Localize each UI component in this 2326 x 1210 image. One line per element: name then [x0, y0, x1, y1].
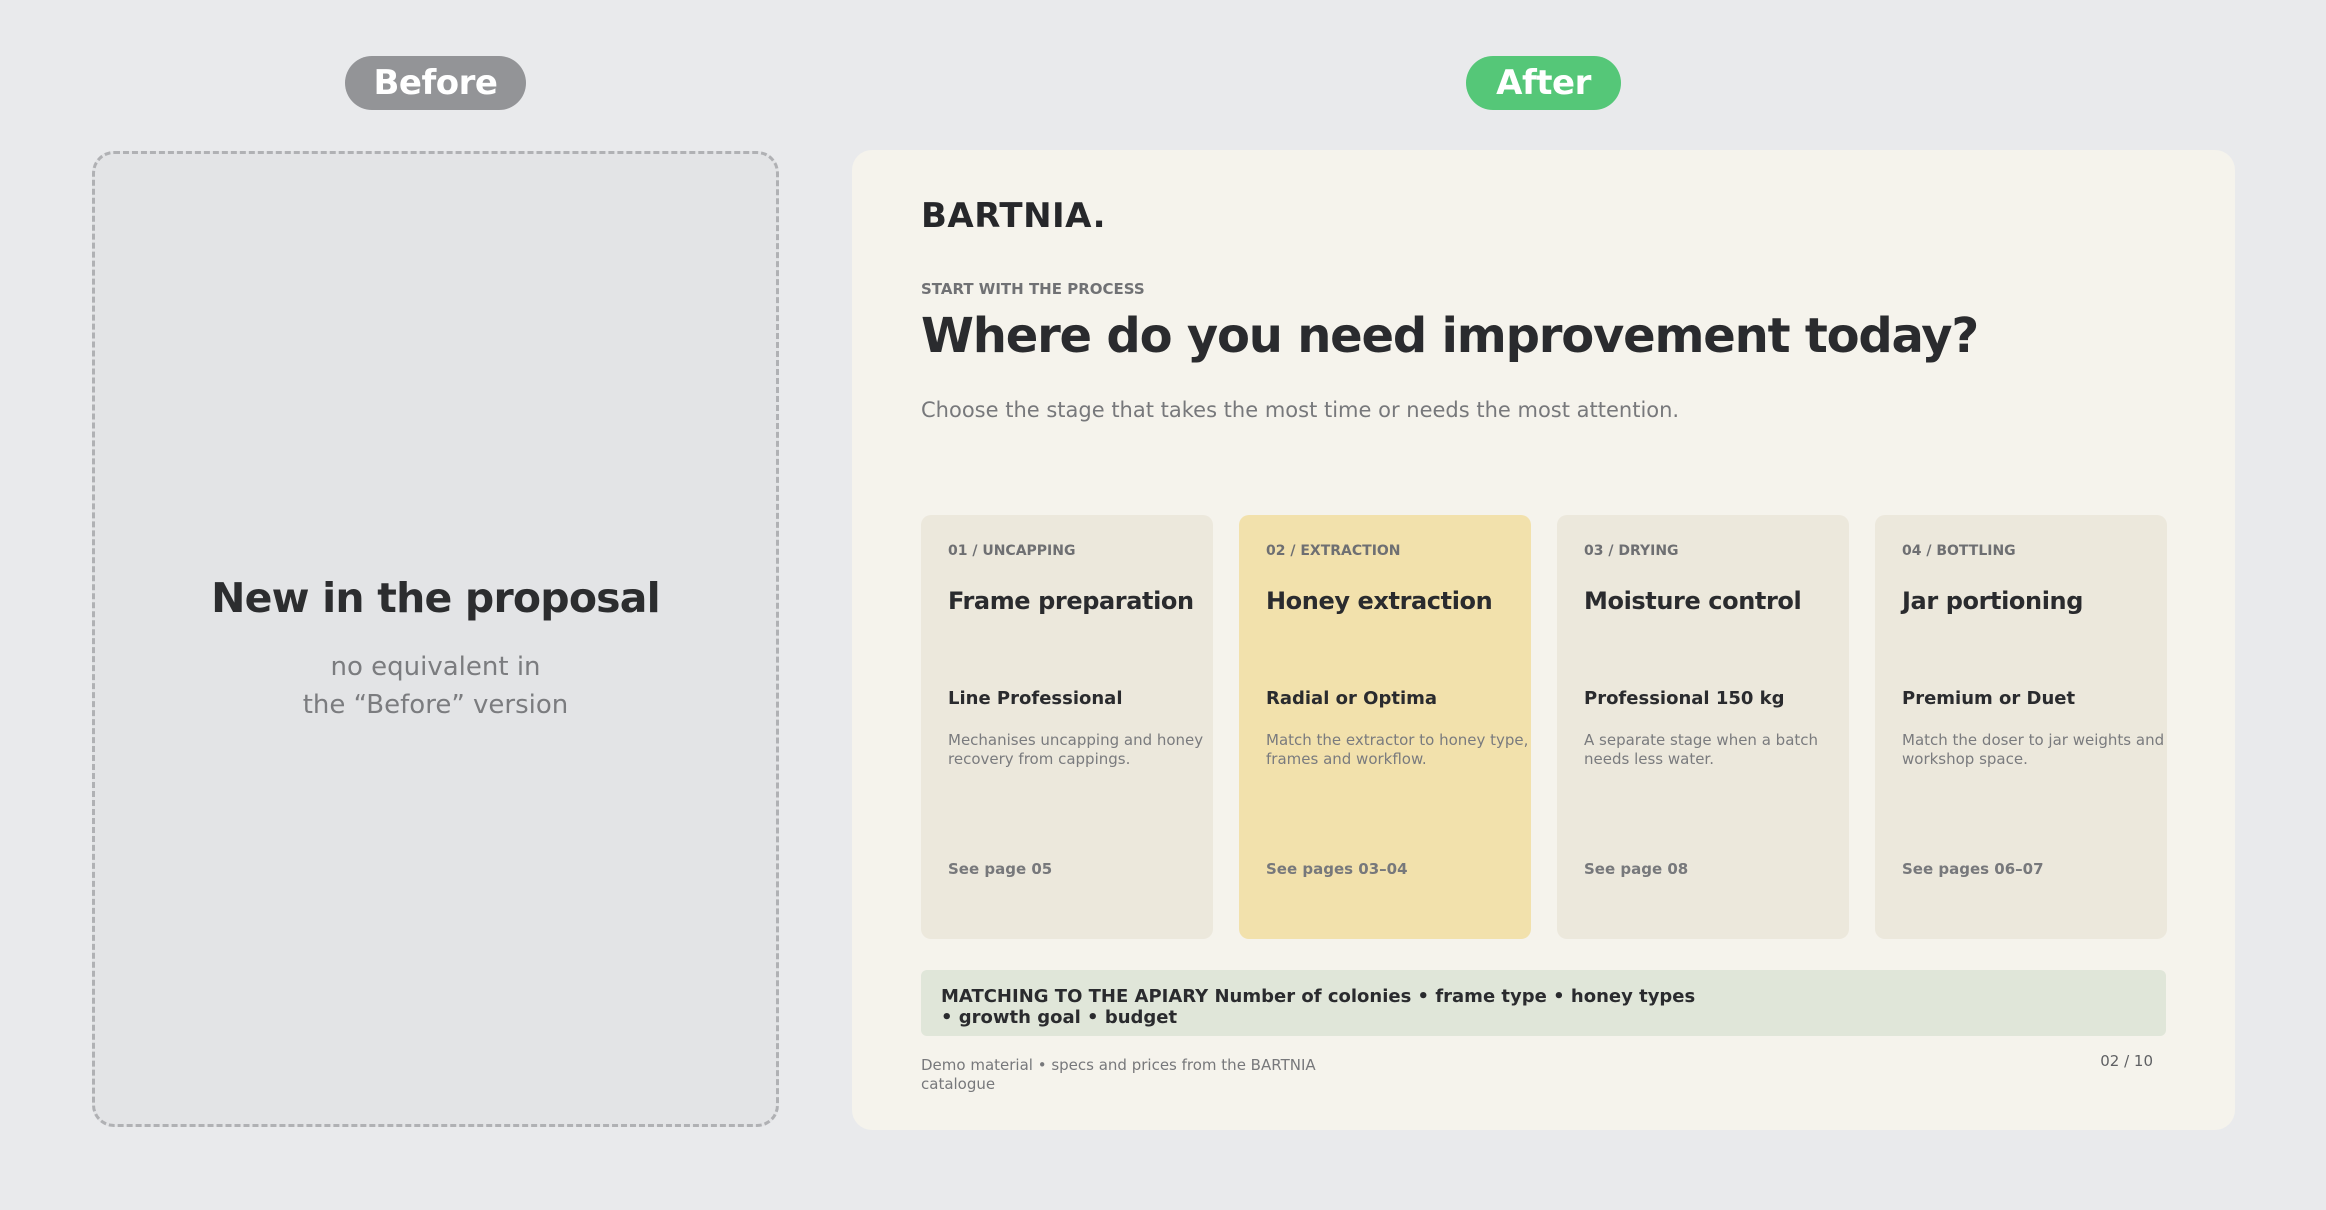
eyebrow-label: START WITH THE PROCESS	[921, 280, 1145, 298]
stage-model: Line Professional	[948, 688, 1123, 709]
stage-name: Moisture control	[1584, 587, 1802, 615]
stage-page-link[interactable]: See pages 03–04	[1266, 860, 1408, 878]
stage-card-uncapping[interactable]: 01 / UNCAPPING Frame preparation Line Pr…	[921, 515, 1213, 939]
apiary-matching-text: MATCHING TO THE APIARY Number of colonie…	[941, 986, 1696, 1028]
before-title: New in the proposal	[211, 574, 661, 622]
stage-tag: 02 / EXTRACTION	[1266, 543, 1401, 559]
stage-page-link[interactable]: See page 05	[948, 860, 1052, 878]
before-label: Before	[345, 56, 526, 110]
page-title: Where do you need improvement today?	[921, 308, 1979, 364]
after-panel: BARTNIA. START WITH THE PROCESS Where do…	[852, 150, 2235, 1130]
stage-model: Radial or Optima	[1266, 688, 1438, 709]
stage-page-link[interactable]: See page 08	[1584, 860, 1688, 878]
before-subtitle: no equivalent in the “Before” version	[95, 648, 776, 724]
stage-page-link[interactable]: See pages 06–07	[1902, 860, 2044, 878]
stage-description: Match the extractor to honey type, frame…	[1266, 731, 1529, 768]
stage-tag: 01 / UNCAPPING	[948, 543, 1076, 559]
stage-name: Honey extraction	[1266, 587, 1493, 615]
stage-description: Match the doser to jar weights and works…	[1902, 731, 2165, 768]
page-number: 02 / 10	[2100, 1052, 2153, 1070]
before-panel: New in the proposal no equivalent in the…	[92, 151, 779, 1127]
stage-card-drying[interactable]: 03 / DRYING Moisture control Professiona…	[1557, 515, 1849, 939]
stage-model: Premium or Duet	[1902, 688, 2076, 709]
stage-name: Jar portioning	[1902, 587, 2083, 615]
before-subtitle-line2: the “Before” version	[302, 690, 569, 720]
stage-description: Mechanises uncapping and honey recovery …	[948, 731, 1204, 768]
stage-name: Frame preparation	[948, 587, 1194, 615]
footer-note: Demo material • specs and prices from th…	[921, 1056, 1316, 1093]
before-subtitle-line1: no equivalent in	[330, 652, 541, 682]
intro-text: Choose the stage that takes the most tim…	[921, 398, 1680, 422]
stage-card-bottling[interactable]: 04 / BOTTLING Jar portioning Premium or …	[1875, 515, 2167, 939]
stage-model: Professional 150 kg	[1584, 688, 1785, 709]
stage-tag: 03 / DRYING	[1584, 543, 1679, 559]
stage-description: A separate stage when a batch needs less…	[1584, 731, 1819, 768]
brand-logo: BARTNIA.	[921, 196, 1107, 236]
apiary-matching-bar: MATCHING TO THE APIARY Number of colonie…	[921, 970, 2166, 1036]
after-label: After	[1466, 56, 1621, 110]
stage-card-extraction[interactable]: 02 / EXTRACTION Honey extraction Radial …	[1239, 515, 1531, 939]
stage-tag: 04 / BOTTLING	[1902, 543, 2016, 559]
